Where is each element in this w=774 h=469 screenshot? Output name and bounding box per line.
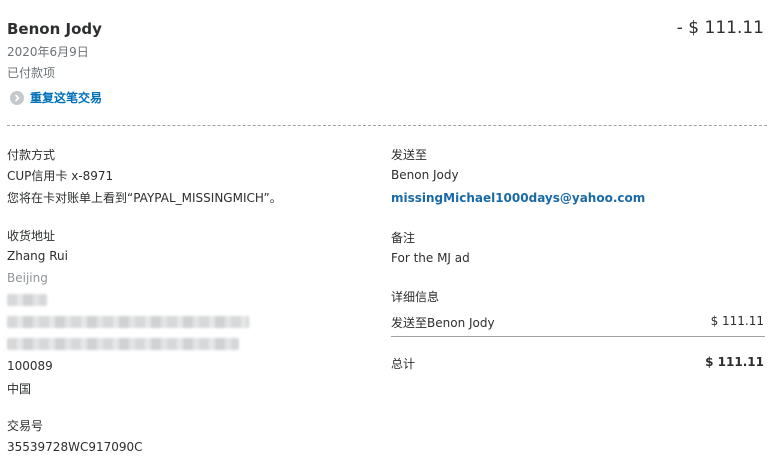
payment-method-label: 付款方式 <box>7 148 56 162</box>
transaction-id-label: 交易号 <box>7 419 44 433</box>
details-total-divider <box>391 336 765 337</box>
repeat-transaction-link[interactable]: 重复这笔交易 <box>10 89 102 106</box>
statement-descriptor-note: 您将在卡对账单上看到“PAYPAL_MISSINGMICH”。 <box>7 191 282 205</box>
payment-method-value: CUP信用卡 x-8971 <box>7 169 114 183</box>
transaction-status: 已付款项 <box>7 66 56 80</box>
details-line-amount: $ 111.11 <box>710 314 764 328</box>
payee-name: Benon Jody <box>7 20 102 38</box>
sent-to-label: 发送至 <box>391 148 428 162</box>
shipping-postcode: 100089 <box>7 359 53 373</box>
shipping-country: 中国 <box>7 382 32 396</box>
recipient-email[interactable]: missingMichael1000days@yahoo.com <box>391 191 645 205</box>
memo-text: For the MJ ad <box>391 251 470 265</box>
details-line-label: 发送至Benon Jody <box>391 316 495 330</box>
shipping-name: Zhang Rui <box>7 249 68 263</box>
transaction-date: 2020年6月9日 <box>7 45 89 59</box>
transaction-amount: - $ 111.11 <box>676 18 764 38</box>
chevron-right-icon <box>10 90 24 105</box>
redacted-address-line <box>7 338 239 350</box>
total-label: 总计 <box>391 357 416 371</box>
repeat-transaction-label: 重复这笔交易 <box>30 91 103 105</box>
total-amount: $ 111.11 <box>705 355 764 369</box>
memo-label: 备注 <box>391 231 416 245</box>
recipient-name: Benon Jody <box>391 168 459 182</box>
transaction-id-value: 35539728WC917090C <box>7 440 143 454</box>
shipping-address-label: 收货地址 <box>7 229 56 243</box>
redacted-address-line <box>7 294 47 306</box>
details-label: 详细信息 <box>391 290 440 304</box>
shipping-city: Beijing <box>7 271 48 285</box>
redacted-address-line <box>7 316 249 328</box>
section-divider <box>7 125 767 126</box>
